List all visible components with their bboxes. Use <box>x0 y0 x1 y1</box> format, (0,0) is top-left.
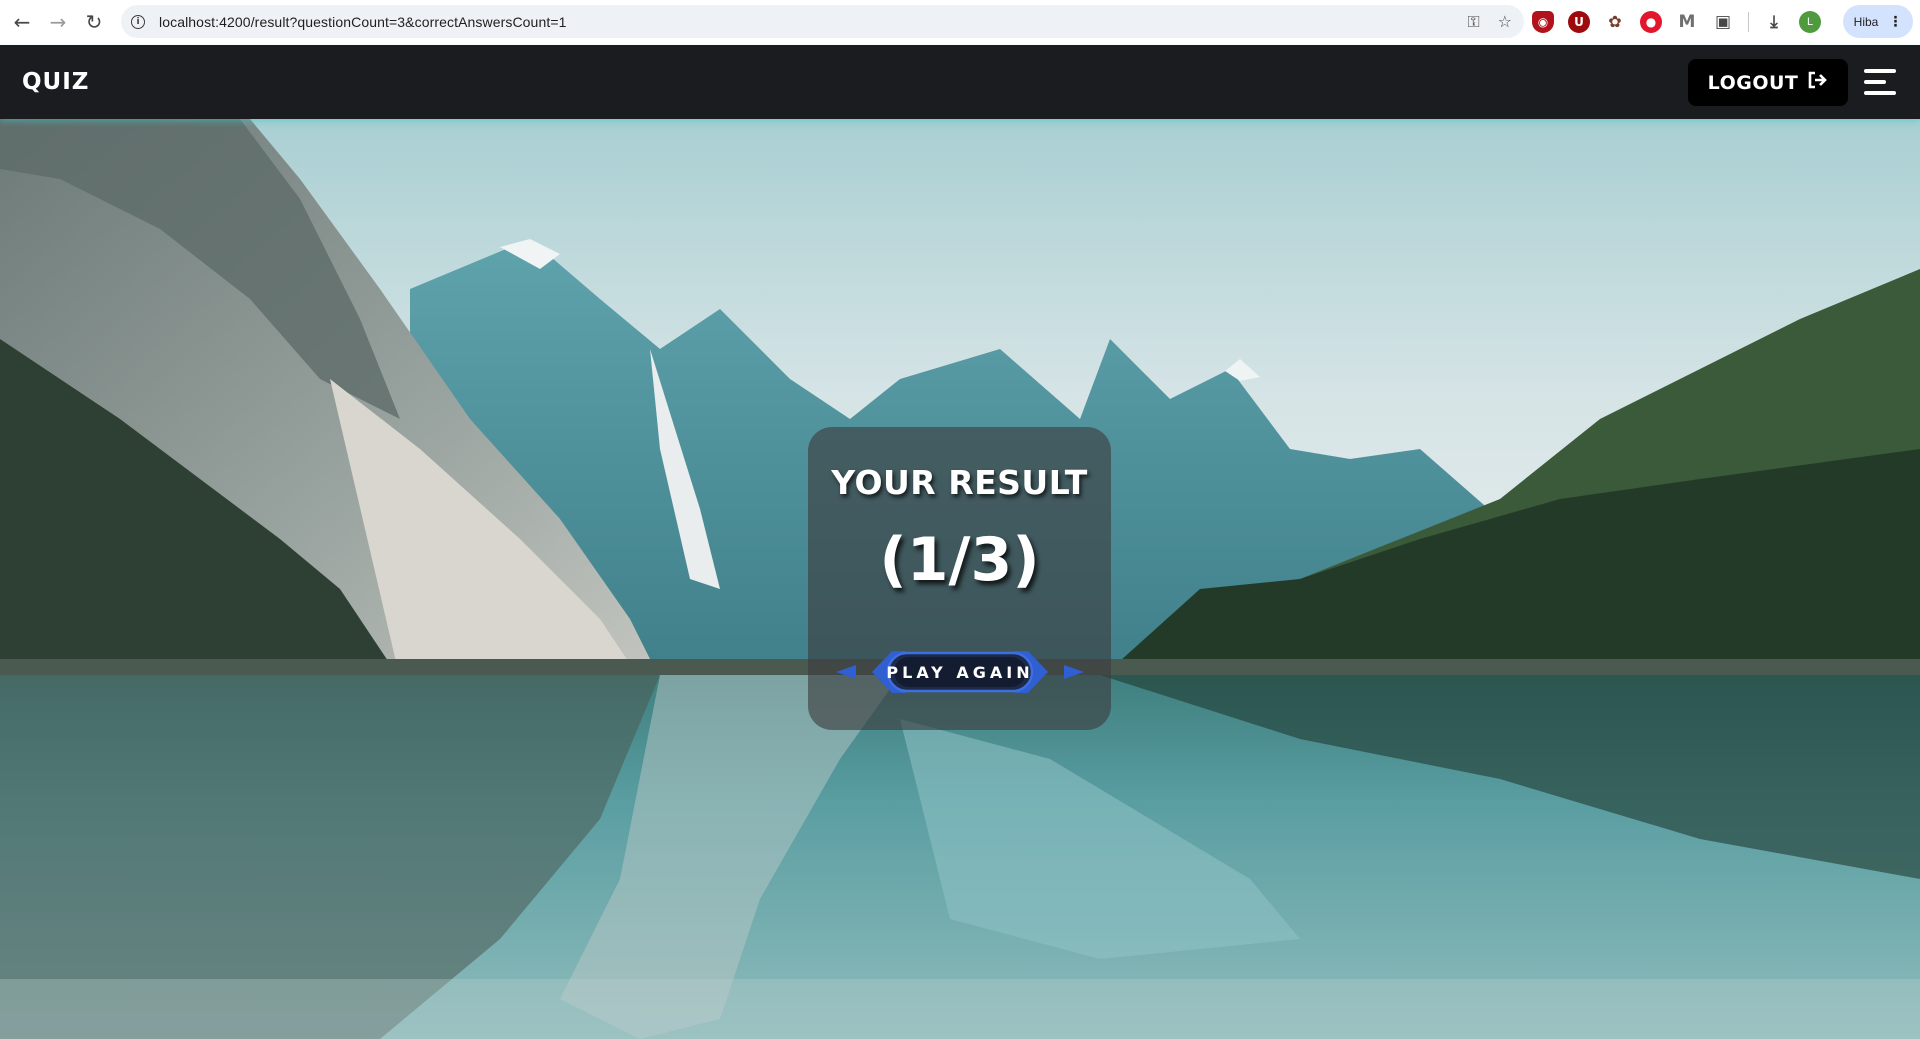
ublock-extension-icon[interactable]: U <box>1568 10 1590 33</box>
shield-extension-icon[interactable]: ◉ <box>1532 10 1554 33</box>
account-avatar[interactable]: L <box>1799 10 1821 33</box>
download-icon[interactable]: ⤓ <box>1763 11 1785 33</box>
toolbar-divider <box>1748 11 1749 32</box>
extensions-area: ◉ U ✿ ● Μ ▣ ⤓ L <box>1532 5 1821 38</box>
brand-logo[interactable]: QUIZ <box>22 69 89 95</box>
bookmark-star-icon[interactable]: ☆ <box>1498 12 1512 31</box>
m-extension-icon[interactable]: Μ <box>1676 11 1698 33</box>
hamburger-menu-icon[interactable] <box>1864 69 1896 95</box>
logout-label: LOGOUT <box>1707 71 1799 94</box>
back-arrow-icon[interactable]: ← <box>4 4 40 40</box>
app-header: QUIZ LOGOUT <box>0 45 1920 119</box>
profile-name: Hiba <box>1853 14 1879 29</box>
forward-arrow-icon[interactable]: → <box>40 4 76 40</box>
result-score: (1/3) <box>879 525 1040 595</box>
reload-icon[interactable]: ↻ <box>76 4 112 40</box>
url-text[interactable]: localhost:4200/result?questionCount=3&co… <box>159 14 566 30</box>
kebab-menu-icon: ⋮ <box>1888 13 1903 29</box>
browser-toolbar: ← → ↻ i localhost:4200/result?questionCo… <box>0 0 1920 44</box>
result-card: YOUR RESULT (1/3) PLAY AGAIN <box>808 427 1111 730</box>
result-title: YOUR RESULT <box>831 463 1088 502</box>
site-info-icon[interactable]: i <box>131 14 145 29</box>
logout-button[interactable]: LOGOUT <box>1688 59 1848 106</box>
puzzle-animal-extension-icon[interactable]: ✿ <box>1604 11 1626 33</box>
logout-icon <box>1808 71 1828 94</box>
address-bar[interactable]: i localhost:4200/result?questionCount=3&… <box>121 5 1524 38</box>
extensions-puzzle-icon[interactable]: ▣ <box>1712 11 1734 33</box>
profile-button[interactable]: Hiba ⋮ <box>1843 5 1913 38</box>
play-again-label: PLAY AGAIN <box>886 662 1034 682</box>
red-circle-extension-icon[interactable]: ● <box>1640 10 1662 33</box>
password-key-icon[interactable]: ⚿ <box>1467 12 1479 32</box>
play-again-button[interactable]: PLAY AGAIN <box>836 647 1084 697</box>
